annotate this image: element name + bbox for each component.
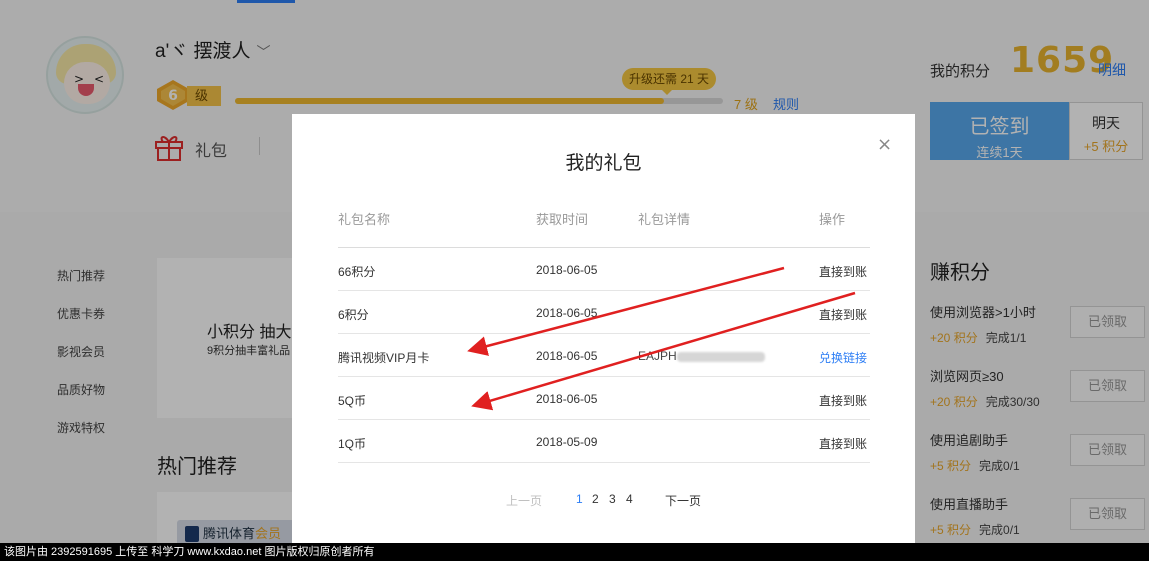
gift-name: 6积分 [338, 308, 369, 322]
table-row: 1Q币 2018-05-09 直接到账 [338, 420, 870, 463]
gift-date: 2018-06-05 [536, 306, 598, 320]
redeem-link[interactable]: 兑换链接 [819, 349, 867, 366]
gift-action: 直接到账 [819, 394, 868, 408]
gift-name: 5Q币 [338, 394, 367, 408]
gift-date: 2018-05-09 [536, 435, 598, 449]
column-header-date: 获取时间 [536, 212, 589, 227]
gift-code: EAJPH [638, 349, 677, 363]
table-row: 6积分 2018-06-05 直接到账 [338, 291, 870, 334]
table-row: 5Q币 2018-06-05 直接到账 [338, 377, 870, 420]
table-row: 66积分 2018-06-05 直接到账 [338, 248, 870, 291]
pager-page-4[interactable]: 4 [626, 492, 633, 506]
my-gifts-dialog: 我的礼包 × 礼包名称 获取时间 礼包详情 操作 66积分 2018-06-05… [292, 114, 915, 561]
gift-date: 2018-06-05 [536, 392, 598, 406]
gift-action: 直接到账 [819, 265, 868, 279]
blurred-code [676, 351, 765, 362]
gift-action: 直接到账 [819, 437, 868, 451]
gift-name: 66积分 [338, 265, 376, 279]
pager-page-3[interactable]: 3 [609, 492, 616, 506]
gift-name: 1Q币 [338, 437, 367, 451]
gift-date: 2018-06-05 [536, 263, 598, 277]
watermark-bar: 该图片由 2392591695 上传至 科学刀 www.kxdao.net 图片… [0, 543, 1149, 561]
pager-next[interactable]: 下一页 [665, 492, 701, 509]
gift-date: 2018-06-05 [536, 349, 598, 363]
column-header-detail: 礼包详情 [638, 212, 691, 227]
table-row: 腾讯视频VIP月卡 2018-06-05 EAJPH 兑换链接 [338, 334, 870, 377]
column-header-name: 礼包名称 [338, 212, 391, 227]
gift-detail: EAJPH [638, 349, 765, 363]
pager-page-2[interactable]: 2 [592, 492, 599, 506]
close-icon[interactable]: × [877, 134, 892, 155]
pager-prev[interactable]: 上一页 [506, 492, 542, 509]
gift-name: 腾讯视频VIP月卡 [338, 351, 430, 365]
gift-action: 直接到账 [819, 308, 868, 322]
pager-page-1[interactable]: 1 [576, 492, 583, 506]
dialog-title: 我的礼包 [565, 153, 642, 174]
column-header-action: 操作 [819, 212, 846, 227]
